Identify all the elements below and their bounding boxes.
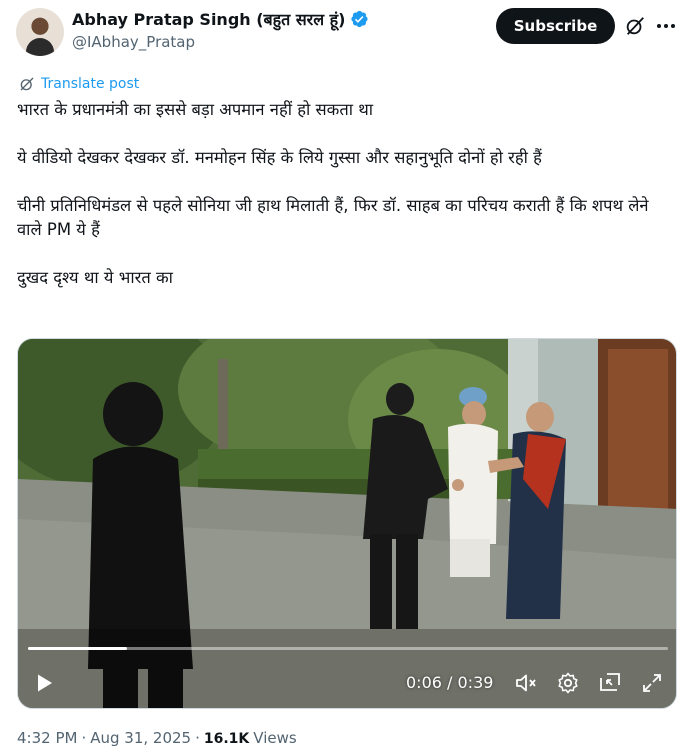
video-player[interactable]: 0:06 / 0:39	[17, 338, 677, 709]
tweet-time[interactable]: 4:32 PM	[17, 729, 77, 747]
translate-post-link[interactable]: Translate post	[18, 75, 139, 93]
picture-in-picture-icon[interactable]	[598, 671, 622, 695]
video-time-display: 0:06 / 0:39	[406, 673, 494, 692]
settings-gear-icon[interactable]	[556, 671, 580, 695]
tweet-meta: 4:32 PM · Aug 31, 2025 · 16.1K Views	[17, 729, 297, 747]
more-icon[interactable]	[654, 14, 678, 38]
play-icon[interactable]	[32, 671, 56, 695]
meta-separator: ·	[81, 729, 87, 747]
tweet-date[interactable]: Aug 31, 2025	[90, 729, 191, 747]
tweet-paragraph: चीनी प्रतिनिधिमंडल से पहले सोनिया जी हाथ…	[17, 196, 649, 239]
author-name-row: Abhay Pratap Singh (बहुत सरल हूं)	[72, 8, 369, 30]
translate-icon	[20, 77, 34, 91]
author-display-name[interactable]: Abhay Pratap Singh (बहुत सरल हूं)	[72, 8, 345, 30]
author-handle[interactable]: @IAbhay_Pratap	[72, 33, 195, 51]
video-progress-bar[interactable]	[28, 647, 668, 650]
subscribe-button[interactable]: Subscribe	[496, 8, 615, 44]
fullscreen-icon[interactable]	[640, 671, 664, 695]
tweet-paragraph: ये वीडियो देखकर देखकर डॉ. मनमोहन सिंह के…	[17, 148, 542, 167]
video-progress-fill	[28, 647, 127, 650]
translate-post-label: Translate post	[41, 76, 140, 92]
avatar[interactable]	[16, 8, 64, 56]
grok-icon[interactable]	[624, 15, 646, 37]
views-label: Views	[253, 729, 297, 747]
views-count: 16.1K	[203, 731, 250, 747]
mute-icon[interactable]	[514, 671, 538, 695]
tweet-paragraph: भारत के प्रधानमंत्री का इससे बड़ा अपमान …	[17, 100, 374, 119]
meta-separator: ·	[195, 729, 200, 747]
tweet-paragraph: दुखद दृश्य था ये भारत का	[17, 268, 173, 287]
verified-badge-icon[interactable]	[349, 9, 369, 29]
video-frame[interactable]	[18, 339, 677, 709]
tweet-text: भारत के प्रधानमंत्री का इससे बड़ा अपमान …	[17, 98, 677, 290]
